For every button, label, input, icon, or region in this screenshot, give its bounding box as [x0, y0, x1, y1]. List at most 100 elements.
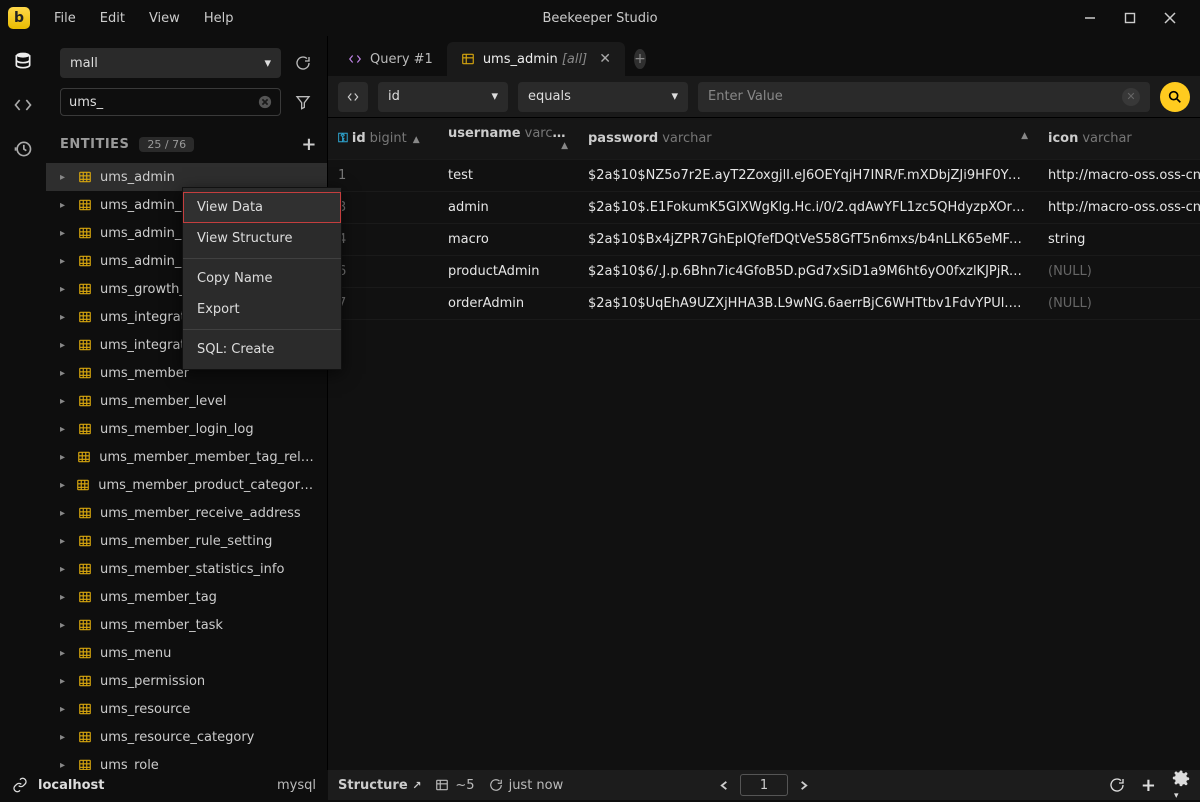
history-icon[interactable]	[12, 138, 34, 160]
entity-item[interactable]: ▸ums_resource	[46, 695, 327, 723]
cell-icon[interactable]: (NULL)	[1038, 288, 1200, 320]
ctx-view-data[interactable]: View Data	[183, 192, 341, 223]
run-filter-button[interactable]	[1160, 82, 1190, 112]
table-scroll[interactable]: ⚿idbigint▲usernamevarchar▲passwordvarcha…	[328, 118, 1200, 770]
col-header-username[interactable]: usernamevarchar▲	[438, 118, 578, 160]
cell-password[interactable]: $2a$10$UqEhA9UZXjHHA3B.L9wNG.6aerrBjC6WH…	[578, 288, 1038, 320]
data-grid: ⚿idbigint▲usernamevarchar▲passwordvarcha…	[328, 118, 1200, 320]
clear-filter-icon[interactable]: ✕	[1122, 88, 1140, 106]
entity-name: ums_member_login_log	[100, 422, 254, 437]
entity-item[interactable]: ▸ums_member_product_category_relation	[46, 471, 327, 499]
entity-name: ums_member_tag	[100, 590, 217, 605]
cell-id[interactable]: 7	[328, 288, 438, 320]
last-updated-chip[interactable]: just now	[489, 778, 564, 793]
menu-file[interactable]: File	[44, 5, 86, 32]
tab-ums-admin[interactable]: ums_admin [all]✕	[447, 42, 625, 76]
entity-item[interactable]: ▸ums_member_member_tag_relation	[46, 443, 327, 471]
cell-id[interactable]: 3	[328, 192, 438, 224]
entity-search-input[interactable]: ums_	[60, 88, 281, 116]
cell-password[interactable]: $2a$10$Bx4jZPR7GhEpIQfefDQtVeS58GfT5n6mx…	[578, 224, 1038, 256]
table-row[interactable]: 1test$2a$10$NZ5o7r2E.ayT2ZoxgjlI.eJ6OEYq…	[328, 160, 1200, 192]
cell-username[interactable]: orderAdmin	[438, 288, 578, 320]
cell-icon[interactable]: string	[1038, 224, 1200, 256]
table-icon	[78, 310, 92, 324]
entity-item[interactable]: ▸ums_role	[46, 751, 327, 770]
cell-id[interactable]: 1	[328, 160, 438, 192]
query-icon[interactable]	[12, 94, 34, 116]
cell-username[interactable]: macro	[438, 224, 578, 256]
tab-query-1[interactable]: Query #1	[334, 42, 447, 76]
context-menu[interactable]: View DataView Structure Copy NameExport SQ…	[182, 187, 342, 370]
table-icon	[77, 450, 91, 464]
entity-item[interactable]: ▸ums_permission	[46, 667, 327, 695]
menu-edit[interactable]: Edit	[90, 5, 135, 32]
maximize-button[interactable]	[1124, 12, 1146, 24]
expand-filter-button[interactable]	[338, 82, 368, 112]
cell-icon[interactable]: http://macro-oss.oss-cn	[1038, 192, 1200, 224]
settings-button[interactable]: ▾	[1172, 769, 1190, 802]
next-page-button[interactable]	[798, 780, 809, 791]
database-select[interactable]: mall ▾	[60, 48, 281, 78]
col-header-id[interactable]: ⚿idbigint▲	[328, 118, 438, 160]
filter-op-select[interactable]: equals ▾	[518, 82, 688, 112]
key-icon: ⚿	[338, 131, 348, 146]
table-icon	[76, 478, 90, 492]
add-row-button[interactable]: +	[1141, 775, 1156, 796]
ctx-view-structure[interactable]: View Structure	[183, 223, 341, 254]
table-row[interactable]: 6productAdmin$2a$10$6/.J.p.6Bhn7ic4GfoB5…	[328, 256, 1200, 288]
minimize-button[interactable]	[1084, 12, 1106, 24]
chevron-right-icon: ▸	[60, 228, 70, 239]
chevron-right-icon: ▸	[60, 172, 70, 183]
entity-item[interactable]: ▸ums_member_login_log	[46, 415, 327, 443]
entity-item[interactable]: ▸ums_member_receive_address	[46, 499, 327, 527]
entity-item[interactable]: ▸ums_resource_category	[46, 723, 327, 751]
menu-view[interactable]: View	[139, 5, 190, 32]
cell-username[interactable]: productAdmin	[438, 256, 578, 288]
clear-search-icon[interactable]	[258, 95, 272, 109]
cell-icon[interactable]: (NULL)	[1038, 256, 1200, 288]
cell-id[interactable]: 6	[328, 256, 438, 288]
cell-password[interactable]: $2a$10$.E1FokumK5GIXWgKlg.Hc.i/0/2.qdAwY…	[578, 192, 1038, 224]
cell-username[interactable]: admin	[438, 192, 578, 224]
table-icon	[78, 170, 92, 184]
cell-id[interactable]: 4	[328, 224, 438, 256]
reload-button[interactable]	[1109, 777, 1125, 793]
filter-column-select[interactable]: id ▾	[378, 82, 508, 112]
col-header-password[interactable]: passwordvarchar▲	[578, 118, 1038, 160]
entity-item[interactable]: ▸ums_member_statistics_info	[46, 555, 327, 583]
filter-icon[interactable]	[289, 88, 317, 116]
ctx-sql-create[interactable]: SQL: Create	[183, 334, 341, 365]
cell-username[interactable]: test	[438, 160, 578, 192]
cell-icon[interactable]: http://macro-oss.oss-cn	[1038, 160, 1200, 192]
connection-host[interactable]: localhost	[38, 778, 104, 793]
table-icon	[78, 366, 92, 380]
menu-help[interactable]: Help	[194, 5, 244, 32]
entities-header: ENTITIES 25 / 76 +	[46, 124, 327, 163]
cell-password[interactable]: $2a$10$NZ5o7r2E.ayT2ZoxgjlI.eJ6OEYqjH7IN…	[578, 160, 1038, 192]
close-tab-icon[interactable]: ✕	[599, 51, 611, 67]
refresh-button[interactable]	[289, 49, 317, 77]
database-icon[interactable]	[12, 50, 34, 72]
new-tab-button[interactable]: +	[625, 42, 655, 76]
close-button[interactable]	[1164, 12, 1186, 24]
table-icon	[78, 646, 92, 660]
table-row[interactable]: 7orderAdmin$2a$10$UqEhA9UZXjHHA3B.L9wNG.…	[328, 288, 1200, 320]
view-structure-link[interactable]: Structure ↗	[338, 778, 421, 793]
entity-item[interactable]: ▸ums_member_level	[46, 387, 327, 415]
entity-item[interactable]: ▸ums_member_rule_setting	[46, 527, 327, 555]
filter-op-value: equals	[528, 89, 571, 104]
entity-item[interactable]: ▸ums_member_task	[46, 611, 327, 639]
entity-item[interactable]: ▸ums_member_tag	[46, 583, 327, 611]
add-entity-button[interactable]: +	[301, 134, 317, 155]
prev-page-button[interactable]	[719, 780, 730, 791]
cell-password[interactable]: $2a$10$6/.J.p.6Bhn7ic4GfoB5D.pGd7xSiD1a9…	[578, 256, 1038, 288]
filter-value-input[interactable]: Enter Value ✕	[698, 82, 1150, 112]
main-pane: Query #1ums_admin [all]✕+ id ▾ equals ▾ …	[328, 36, 1200, 770]
ctx-copy-name[interactable]: Copy Name	[183, 263, 341, 294]
ctx-export[interactable]: Export	[183, 294, 341, 325]
col-header-icon[interactable]: iconvarchar	[1038, 118, 1200, 160]
table-row[interactable]: 3admin$2a$10$.E1FokumK5GIXWgKlg.Hc.i/0/2…	[328, 192, 1200, 224]
table-row[interactable]: 4macro$2a$10$Bx4jZPR7GhEpIQfefDQtVeS58Gf…	[328, 224, 1200, 256]
entity-item[interactable]: ▸ums_menu	[46, 639, 327, 667]
page-input[interactable]: 1	[740, 774, 788, 796]
